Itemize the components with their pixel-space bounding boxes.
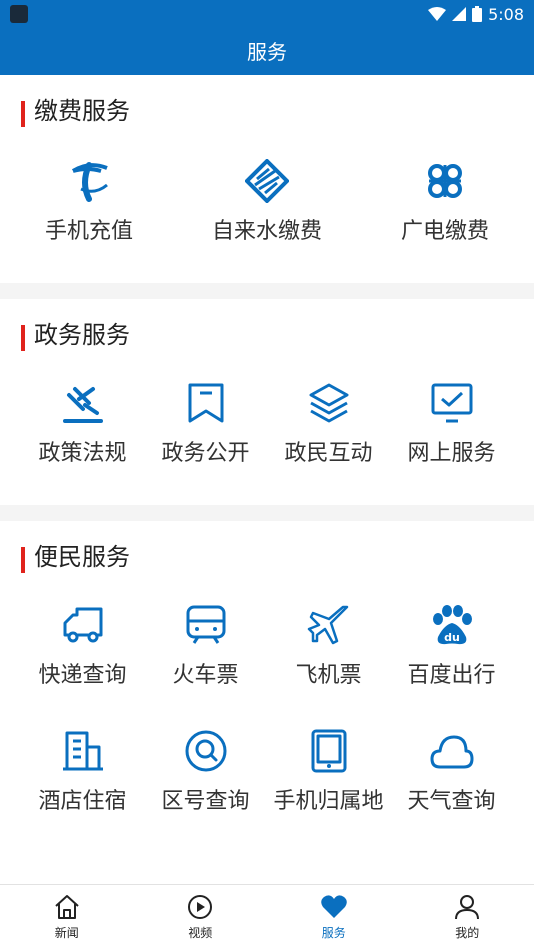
train-icon [184, 603, 228, 647]
app-header: 5:08 服务 [0, 0, 534, 75]
nav-tab-mine[interactable]: 我的 [401, 885, 534, 949]
heart-icon [320, 893, 348, 921]
service-item-interaction[interactable]: 政民互动 [267, 381, 390, 467]
broadcast-tv-icon [423, 159, 467, 203]
section-payment: 缴费服务 手机充值 自来水缴费 广电缴费 [0, 93, 534, 283]
delivery-truck-icon [61, 603, 105, 647]
battery-icon [472, 6, 482, 22]
section-divider [0, 283, 534, 299]
section-title: 便民服务 [0, 539, 534, 575]
bookmark-icon [184, 381, 228, 425]
section-accent-bar [21, 547, 25, 573]
service-content: 缴费服务 手机充值 自来水缴费 广电缴费 [0, 75, 534, 855]
page-title: 服务 [0, 36, 534, 65]
bottom-nav: 新闻 视频 服务 我的 [0, 884, 534, 949]
nav-tab-news[interactable]: 新闻 [0, 885, 134, 949]
section-convenience: 便民服务 快递查询 火车票 飞机票 [0, 521, 534, 855]
nav-tab-video[interactable]: 视频 [134, 885, 268, 949]
service-item-train[interactable]: 火车票 [144, 603, 267, 689]
user-icon [453, 893, 481, 921]
status-indicators: 5:08 [428, 4, 524, 24]
home-icon [53, 893, 81, 921]
service-item-policy[interactable]: 政策法规 [21, 381, 144, 467]
section-divider [0, 505, 534, 521]
service-item-flight[interactable]: 飞机票 [267, 603, 390, 689]
section-accent-bar [21, 325, 25, 351]
section-accent-bar [21, 101, 25, 127]
service-item-hotel[interactable]: 酒店住宿 [21, 729, 144, 815]
layers-icon [307, 381, 351, 425]
service-item-baidu-travel[interactable]: du 百度出行 [390, 603, 513, 689]
service-item-public-affairs[interactable]: 政务公开 [144, 381, 267, 467]
china-telecom-icon [67, 159, 111, 203]
service-item-area-code[interactable]: 区号查询 [144, 729, 267, 815]
service-item-online-service[interactable]: 网上服务 [390, 381, 513, 467]
service-item-express[interactable]: 快递查询 [21, 603, 144, 689]
section-government: 政务服务 政策法规 政务公开 政民互动 [0, 299, 534, 505]
section-title: 缴费服务 [0, 93, 534, 129]
gavel-icon [61, 381, 105, 425]
service-item-broadcast[interactable]: 广电缴费 [356, 159, 534, 245]
service-item-weather[interactable]: 天气查询 [390, 729, 513, 815]
signal-icon [452, 7, 466, 21]
nav-tab-service[interactable]: 服务 [267, 885, 401, 949]
service-item-phone-recharge[interactable]: 手机充值 [0, 159, 178, 245]
cloud-icon [430, 729, 474, 773]
tablet-icon [307, 729, 351, 773]
status-time: 5:08 [488, 5, 524, 24]
status-bar: 5:08 [0, 0, 534, 28]
service-item-water-bill[interactable]: 自来水缴费 [178, 159, 356, 245]
hotel-building-icon [61, 729, 105, 773]
baidu-paw-icon: du [430, 603, 474, 647]
search-circle-icon [184, 729, 228, 773]
section-title: 政务服务 [0, 317, 534, 353]
service-item-phone-location[interactable]: 手机归属地 [267, 729, 390, 815]
play-icon [186, 893, 214, 921]
notification-icon [10, 5, 28, 23]
wifi-icon [428, 7, 446, 21]
svg-text:du: du [444, 631, 460, 644]
water-bill-icon [245, 159, 289, 203]
airplane-icon [307, 603, 351, 647]
monitor-check-icon [430, 381, 474, 425]
